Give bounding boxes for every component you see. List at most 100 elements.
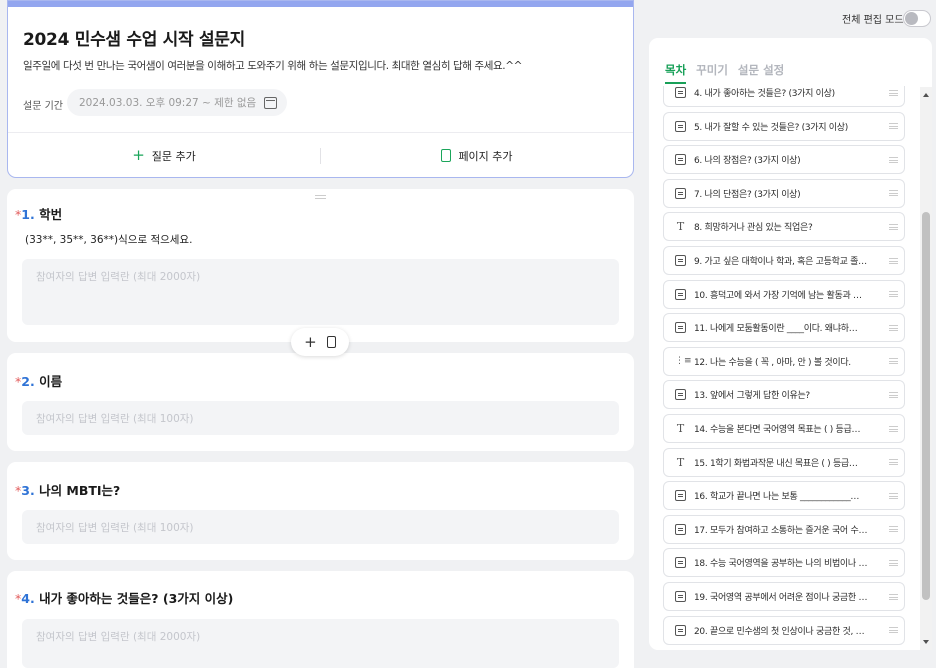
- drag-handle-icon[interactable]: [889, 223, 898, 230]
- document-icon: [675, 591, 686, 602]
- survey-description[interactable]: 일주일에 다섯 번 만나는 국어샘이 여러분을 이해하고 도와주기 위해 하는 …: [23, 58, 522, 73]
- toc-item[interactable]: 18. 수능 국어영역을 공부하는 나의 비법이나 …: [663, 548, 905, 578]
- add-page-button[interactable]: 페이지 추가: [321, 148, 633, 164]
- add-question-icon[interactable]: +: [304, 334, 317, 350]
- drag-handle-icon[interactable]: [889, 190, 898, 197]
- add-page-icon[interactable]: [326, 336, 336, 348]
- toc-item[interactable]: 19. 국어영역 공부에서 어려운 점이나 궁금한 …: [663, 582, 905, 611]
- scroll-down-icon[interactable]: [923, 640, 929, 644]
- drag-handle-icon[interactable]: [889, 627, 898, 634]
- toc-item[interactable]: 16. 학교가 끝나면 나는 보통 ____________…: [663, 481, 905, 511]
- document-icon: [675, 490, 686, 502]
- drag-handle-icon[interactable]: [889, 459, 898, 466]
- drag-handle-icon[interactable]: [889, 391, 898, 398]
- toc-item-label: 8. 희망하거나 관심 있는 직업은?: [694, 223, 813, 234]
- toc-item-label: 17. 모두가 참여하고 소통하는 즐거운 국어 수…: [694, 525, 868, 536]
- survey-title[interactable]: 2024 민수샘 수업 시작 설문지: [23, 25, 245, 50]
- question-text: 내가 좋아하는 것들은? (3가지 이상): [39, 591, 234, 606]
- drag-handle-icon[interactable]: [889, 324, 898, 331]
- drag-handle-icon[interactable]: [889, 559, 898, 566]
- toc-item-label: 14. 수능을 본다면 국어영역 목표는 ( ) 등급…: [694, 425, 861, 435]
- toc-item-label: 13. 앞에서 그렇게 답한 이유는?: [694, 391, 810, 402]
- tab-survey-settings[interactable]: 설문 설정: [738, 62, 784, 84]
- toc-item-label: 16. 학교가 끝나면 나는 보통 ____________…: [694, 492, 860, 503]
- document-icon: [675, 154, 686, 166]
- document-icon: [675, 87, 686, 98]
- answer-input[interactable]: 참여자의 답변 입력란 (최대 100자): [22, 510, 619, 544]
- toc-item[interactable]: 9. 가고 싶은 대학이나 학과, 혹은 고등학교 졸…: [663, 246, 905, 275]
- answer-input[interactable]: 참여자의 답변 입력란 (최대 2000자): [22, 259, 619, 325]
- side-panel: 목차 꾸미기 설문 설정 4. 내가 좋아하는 것들은? (3가지 이상) 5. …: [649, 38, 932, 650]
- question-title: *2. 이름: [15, 371, 62, 390]
- period-selector[interactable]: 2024.03.03. 오후 09:27 ~ 제한 없음: [67, 89, 288, 116]
- drag-handle-icon[interactable]: [889, 156, 898, 163]
- toc-item[interactable]: 5. 내가 잘할 수 있는 것들은? (3가지 이상): [663, 111, 905, 141]
- add-actions: + 질문 추가 페이지 추가: [8, 133, 633, 177]
- drag-handle-icon[interactable]: [889, 526, 898, 533]
- toc-item[interactable]: T 15. 1학기 화법과작문 내신 목표은 ( ) 등급…: [663, 447, 905, 477]
- question-number: 3.: [21, 483, 35, 498]
- drag-handle-icon[interactable]: [889, 291, 898, 298]
- panel-tabs: 목차 꾸미기 설문 설정: [665, 62, 784, 84]
- toc-item-label: 5. 내가 잘할 수 있는 것들은? (3가지 이상): [694, 122, 848, 133]
- list-icon: ⋮≡: [675, 355, 692, 366]
- tab-toc[interactable]: 목차: [665, 62, 687, 84]
- toc-scrollbar[interactable]: [920, 87, 932, 650]
- survey-header-card: 2024 민수샘 수업 시작 설문지 일주일에 다섯 번 만나는 국어샘이 여러…: [7, 0, 634, 178]
- toc-item-label: 12. 나는 수능을 ( 꼭 , 아마, 안 ) 볼 것이다.: [694, 357, 851, 368]
- toc-item[interactable]: 11. 나에게 모둠활동이란 ____이다. 왜냐하…: [663, 313, 905, 343]
- header-accent-bar: [8, 1, 633, 7]
- document-icon: [675, 523, 686, 535]
- toc-item[interactable]: 17. 모두가 참여하고 소통하는 즐거운 국어 수…: [663, 514, 905, 544]
- toc-item[interactable]: ⋮≡ 12. 나는 수능을 ( 꼭 , 아마, 안 ) 볼 것이다.: [663, 346, 905, 376]
- toc-item[interactable]: T 14. 수능을 본다면 국어영역 목표는 ( ) 등급…: [663, 414, 905, 443]
- toc-item-label: 11. 나에게 모둠활동이란 ____이다. 왜냐하…: [694, 324, 858, 335]
- document-icon: [675, 288, 686, 300]
- toc-item[interactable]: 10. 흥덕고에 와서 가장 기억에 남는 활동과 …: [663, 279, 905, 309]
- drag-handle-icon[interactable]: [889, 89, 898, 96]
- scroll-up-icon[interactable]: [923, 93, 929, 97]
- question-title: *4. 내가 좋아하는 것들은? (3가지 이상): [15, 588, 233, 607]
- add-question-button[interactable]: + 질문 추가: [8, 148, 320, 164]
- drag-handle-icon[interactable]: [889, 492, 898, 499]
- edit-mode-label: 전체 편집 모드: [842, 15, 904, 26]
- toc-item[interactable]: 4. 내가 좋아하는 것들은? (3가지 이상): [663, 86, 905, 107]
- drag-handle-icon[interactable]: [889, 593, 898, 600]
- toc-item[interactable]: T 8. 희망하거나 관심 있는 직업은?: [663, 212, 905, 242]
- text-icon: T: [676, 220, 685, 234]
- question-card[interactable]: *2. 이름 참여자의 답변 입력란 (최대 100자): [7, 353, 634, 451]
- answer-input[interactable]: 참여자의 답변 입력란 (최대 100자): [22, 401, 619, 435]
- document-icon: [675, 187, 686, 199]
- answer-input[interactable]: 참여자의 답변 입력란 (최대 2000자): [22, 619, 619, 668]
- edit-mode-toggle[interactable]: [903, 10, 931, 27]
- question-title: *1. 학번: [15, 204, 62, 223]
- toc-item[interactable]: 7. 나의 단점은? (3가지 이상): [663, 178, 905, 208]
- toggle-knob: [905, 12, 918, 25]
- drag-handle-icon[interactable]: [889, 257, 898, 264]
- document-icon: [675, 389, 686, 401]
- question-number: 2.: [21, 374, 35, 389]
- scrollbar-thumb[interactable]: [922, 212, 930, 600]
- add-question-label: 질문 추가: [151, 149, 196, 163]
- toc-item[interactable]: 6. 나의 장점은? (3가지 이상): [663, 145, 905, 175]
- tab-decorate[interactable]: 꾸미기: [696, 62, 728, 84]
- question-text: 나의 MBTI는?: [39, 483, 121, 498]
- toc-item-label: 9. 가고 싶은 대학이나 학과, 혹은 고등학교 졸…: [694, 257, 867, 267]
- drag-handle-icon[interactable]: [889, 123, 898, 130]
- survey-editor: 2024 민수샘 수업 시작 설문지 일주일에 다섯 번 만나는 국어샘이 여러…: [7, 0, 634, 668]
- toc-item-label: 4. 내가 좋아하는 것들은? (3가지 이상): [694, 89, 835, 99]
- document-icon: [675, 120, 686, 132]
- question-card[interactable]: *1. 학번 (33**, 35**, 36**)식으로 적으세요. 참여자의 …: [7, 189, 634, 342]
- toc-item[interactable]: 13. 앞에서 그렇게 답한 이유는?: [663, 380, 905, 410]
- text-icon: T: [676, 455, 685, 469]
- document-icon: [675, 624, 686, 636]
- toc-item[interactable]: 20. 끝으로 민수샘의 첫 인상이나 궁금한 것, …: [663, 615, 905, 645]
- drag-handle-icon[interactable]: [315, 195, 326, 199]
- question-title: *3. 나의 MBTI는?: [15, 480, 120, 499]
- question-card[interactable]: *4. 내가 좋아하는 것들은? (3가지 이상) 참여자의 답변 입력란 (최…: [7, 571, 634, 668]
- drag-handle-icon[interactable]: [889, 358, 898, 365]
- drag-handle-icon[interactable]: [889, 425, 898, 432]
- question-number: 1.: [21, 207, 35, 222]
- toc-list: 4. 내가 좋아하는 것들은? (3가지 이상) 5. 내가 잘할 수 있는 것들…: [663, 86, 920, 650]
- question-card[interactable]: *3. 나의 MBTI는? 참여자의 답변 입력란 (최대 100자): [7, 462, 634, 560]
